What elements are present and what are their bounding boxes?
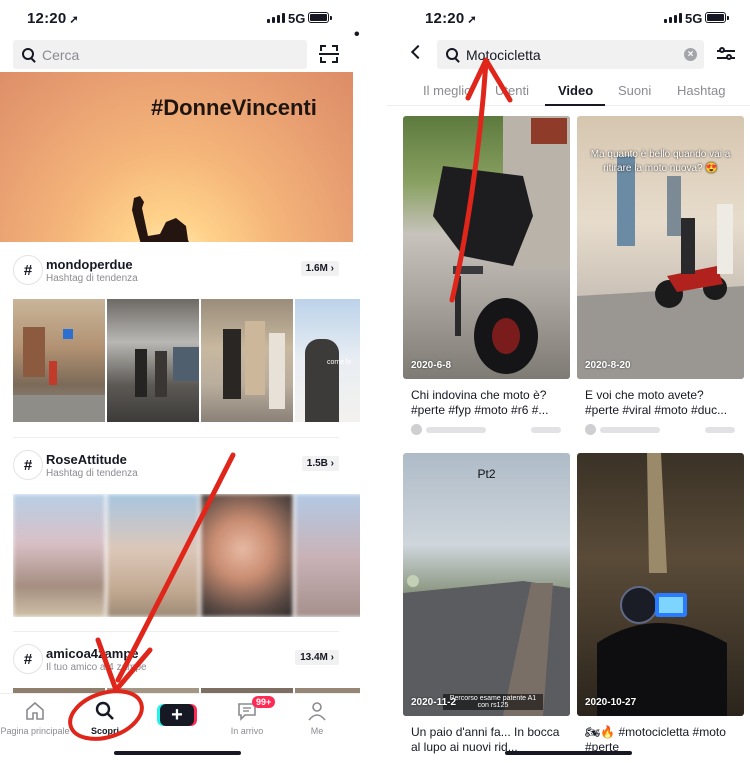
clear-search-icon[interactable]: ×: [684, 48, 697, 61]
tab-me[interactable]: Me: [282, 700, 352, 736]
tab-home[interactable]: Pagina principale: [0, 700, 70, 736]
video-thumbnail[interactable]: [201, 299, 293, 422]
video-thumbnail[interactable]: [13, 299, 105, 422]
video-date: 2020-8-20: [585, 360, 631, 371]
hashtag-title: mondoperdue: [46, 257, 133, 272]
status-bar: 12:20 ➚ 5G: [0, 0, 360, 38]
inbox-badge: 99+: [252, 696, 276, 708]
hashtag-section-header[interactable]: # amicoa4zampe Il tuo amico a 4 zampe 13…: [13, 644, 339, 678]
battery-icon: [705, 12, 729, 23]
hashtag-icon: #: [13, 450, 43, 480]
signal-icon: [664, 13, 682, 23]
tab-sounds[interactable]: Suoni: [618, 83, 651, 98]
clock: 12:20 ➚: [425, 10, 477, 27]
road-image: [403, 575, 570, 716]
campaign-banner[interactable]: #DonneVincenti: [0, 72, 353, 242]
explore-screen: 12:20➚ 5G ••• Cerca #DonneVincenti # mon…: [0, 0, 360, 763]
video-author-row: [411, 424, 563, 436]
home-indicator: [505, 751, 632, 755]
network-label: 5G: [685, 11, 703, 26]
signal-icon: [267, 13, 285, 23]
battery-icon: [308, 12, 332, 23]
search-icon: [95, 701, 114, 720]
location-arrow-icon: ➚: [69, 14, 79, 26]
hashtag-icon: #: [13, 644, 43, 674]
video-date: 2020-6-8: [411, 360, 452, 371]
hashtag-subtitle: Hashtag di tendenza: [46, 273, 138, 284]
motorcycle-image: [433, 116, 570, 374]
home-icon: [26, 701, 44, 720]
tab-hashtag[interactable]: Hashtag: [677, 83, 725, 98]
hashtag-icon: #: [13, 255, 43, 285]
video-thumbnail[interactable]: [13, 494, 105, 617]
network-label: 5G: [288, 11, 306, 26]
results-tabs: Il meglio Utenti Video Suoni Hashtag: [387, 76, 750, 106]
video-caption: Chi indovina che moto è? #perte #fyp #mo…: [411, 388, 549, 417]
avatar: [411, 424, 422, 435]
video-caption: E voi che moto avete? #perte #viral #mot…: [585, 388, 728, 417]
hashtag-title: RoseAttitude: [46, 452, 127, 467]
video-thumbnail[interactable]: Ma quanto è bello quando vai a ritirare …: [577, 116, 744, 379]
tab-me-label: Me: [310, 726, 324, 736]
hashtag-video-row: [13, 494, 360, 617]
status-bar: 12:20 ➚ 5G: [387, 0, 750, 38]
create-video-button[interactable]: +: [160, 704, 194, 726]
hashtag-title: amicoa4zampe: [46, 646, 139, 661]
tab-video[interactable]: Video: [558, 83, 593, 98]
search-icon: [446, 47, 460, 62]
tab-discover[interactable]: Scopri: [70, 700, 140, 736]
hashtag-subtitle: Hashtag di tendenza: [46, 468, 138, 479]
tab-discover-label: Scopri: [90, 726, 119, 736]
motorcycle-dashboard-image: [597, 453, 727, 716]
video-thumbnail[interactable]: [107, 494, 199, 617]
avatar: [585, 424, 596, 435]
home-indicator: [114, 751, 241, 755]
tab-top[interactable]: Il meglio: [423, 83, 471, 98]
hashtag-section-header[interactable]: # RoseAttitude Hashtag di tendenza 1.5B …: [13, 450, 339, 484]
video-date: 2020-10-27: [585, 697, 637, 708]
video-overlay-subtitle: Percorso esame patente A1 con rs125: [443, 694, 543, 710]
thumbnail-caption: come le: [327, 359, 352, 366]
video-date: 2020-11-2: [411, 697, 457, 708]
search-input[interactable]: Motocicletta: [437, 40, 704, 69]
search-icon: [22, 47, 36, 62]
tab-inbox-label: In arrivo: [230, 726, 264, 736]
search-results-screen: 12:20 ➚ 5G Motocicletta × Il meglio Utent…: [387, 0, 750, 763]
filter-icon[interactable]: [717, 46, 735, 62]
active-tab-indicator: [545, 104, 605, 106]
hashtag-video-row: come le: [13, 299, 360, 422]
view-count-badge[interactable]: 1.6M ›: [300, 261, 339, 276]
location-arrow-icon: ➚: [467, 14, 477, 26]
banner-title: #DonneVincenti: [151, 95, 317, 120]
video-thumbnail[interactable]: 2020-10-27: [577, 453, 744, 716]
video-thumbnail[interactable]: come le: [295, 299, 360, 422]
back-arrow-icon[interactable]: [410, 44, 426, 60]
view-count-badge[interactable]: 13.4M ›: [295, 650, 339, 665]
profile-icon: [308, 702, 326, 721]
tab-home-label: Pagina principale: [0, 726, 70, 736]
tab-users[interactable]: Utenti: [495, 83, 529, 98]
video-thumbnail[interactable]: [201, 494, 293, 617]
screen-divider: [360, 0, 387, 763]
scan-icon[interactable]: [319, 45, 339, 63]
video-thumbnail[interactable]: [295, 494, 360, 617]
hashtag-section-header[interactable]: # mondoperdue Hashtag di tendenza 1.6M ›: [13, 255, 339, 289]
video-overlay-text: Ma quanto è bello quando vai a ritirare …: [590, 149, 731, 174]
video-overlay-title: Pt2: [477, 467, 496, 481]
view-count-badge[interactable]: 1.5B ›: [301, 456, 339, 471]
video-author-row: [585, 424, 737, 436]
video-thumbnail[interactable]: Pt2 Percorso esame patente A1 con rs125 …: [403, 453, 570, 716]
search-query: Motocicletta: [466, 46, 541, 63]
search-input[interactable]: Cerca: [13, 40, 307, 69]
search-placeholder: Cerca: [42, 46, 80, 63]
video-thumbnail[interactable]: [107, 299, 199, 422]
video-thumbnail[interactable]: 2020-6-8: [403, 116, 570, 379]
hashtag-subtitle: Il tuo amico a 4 zampe: [46, 662, 147, 673]
raised-fist-silhouette: [132, 196, 189, 242]
clock: 12:20 ➚: [27, 10, 79, 27]
